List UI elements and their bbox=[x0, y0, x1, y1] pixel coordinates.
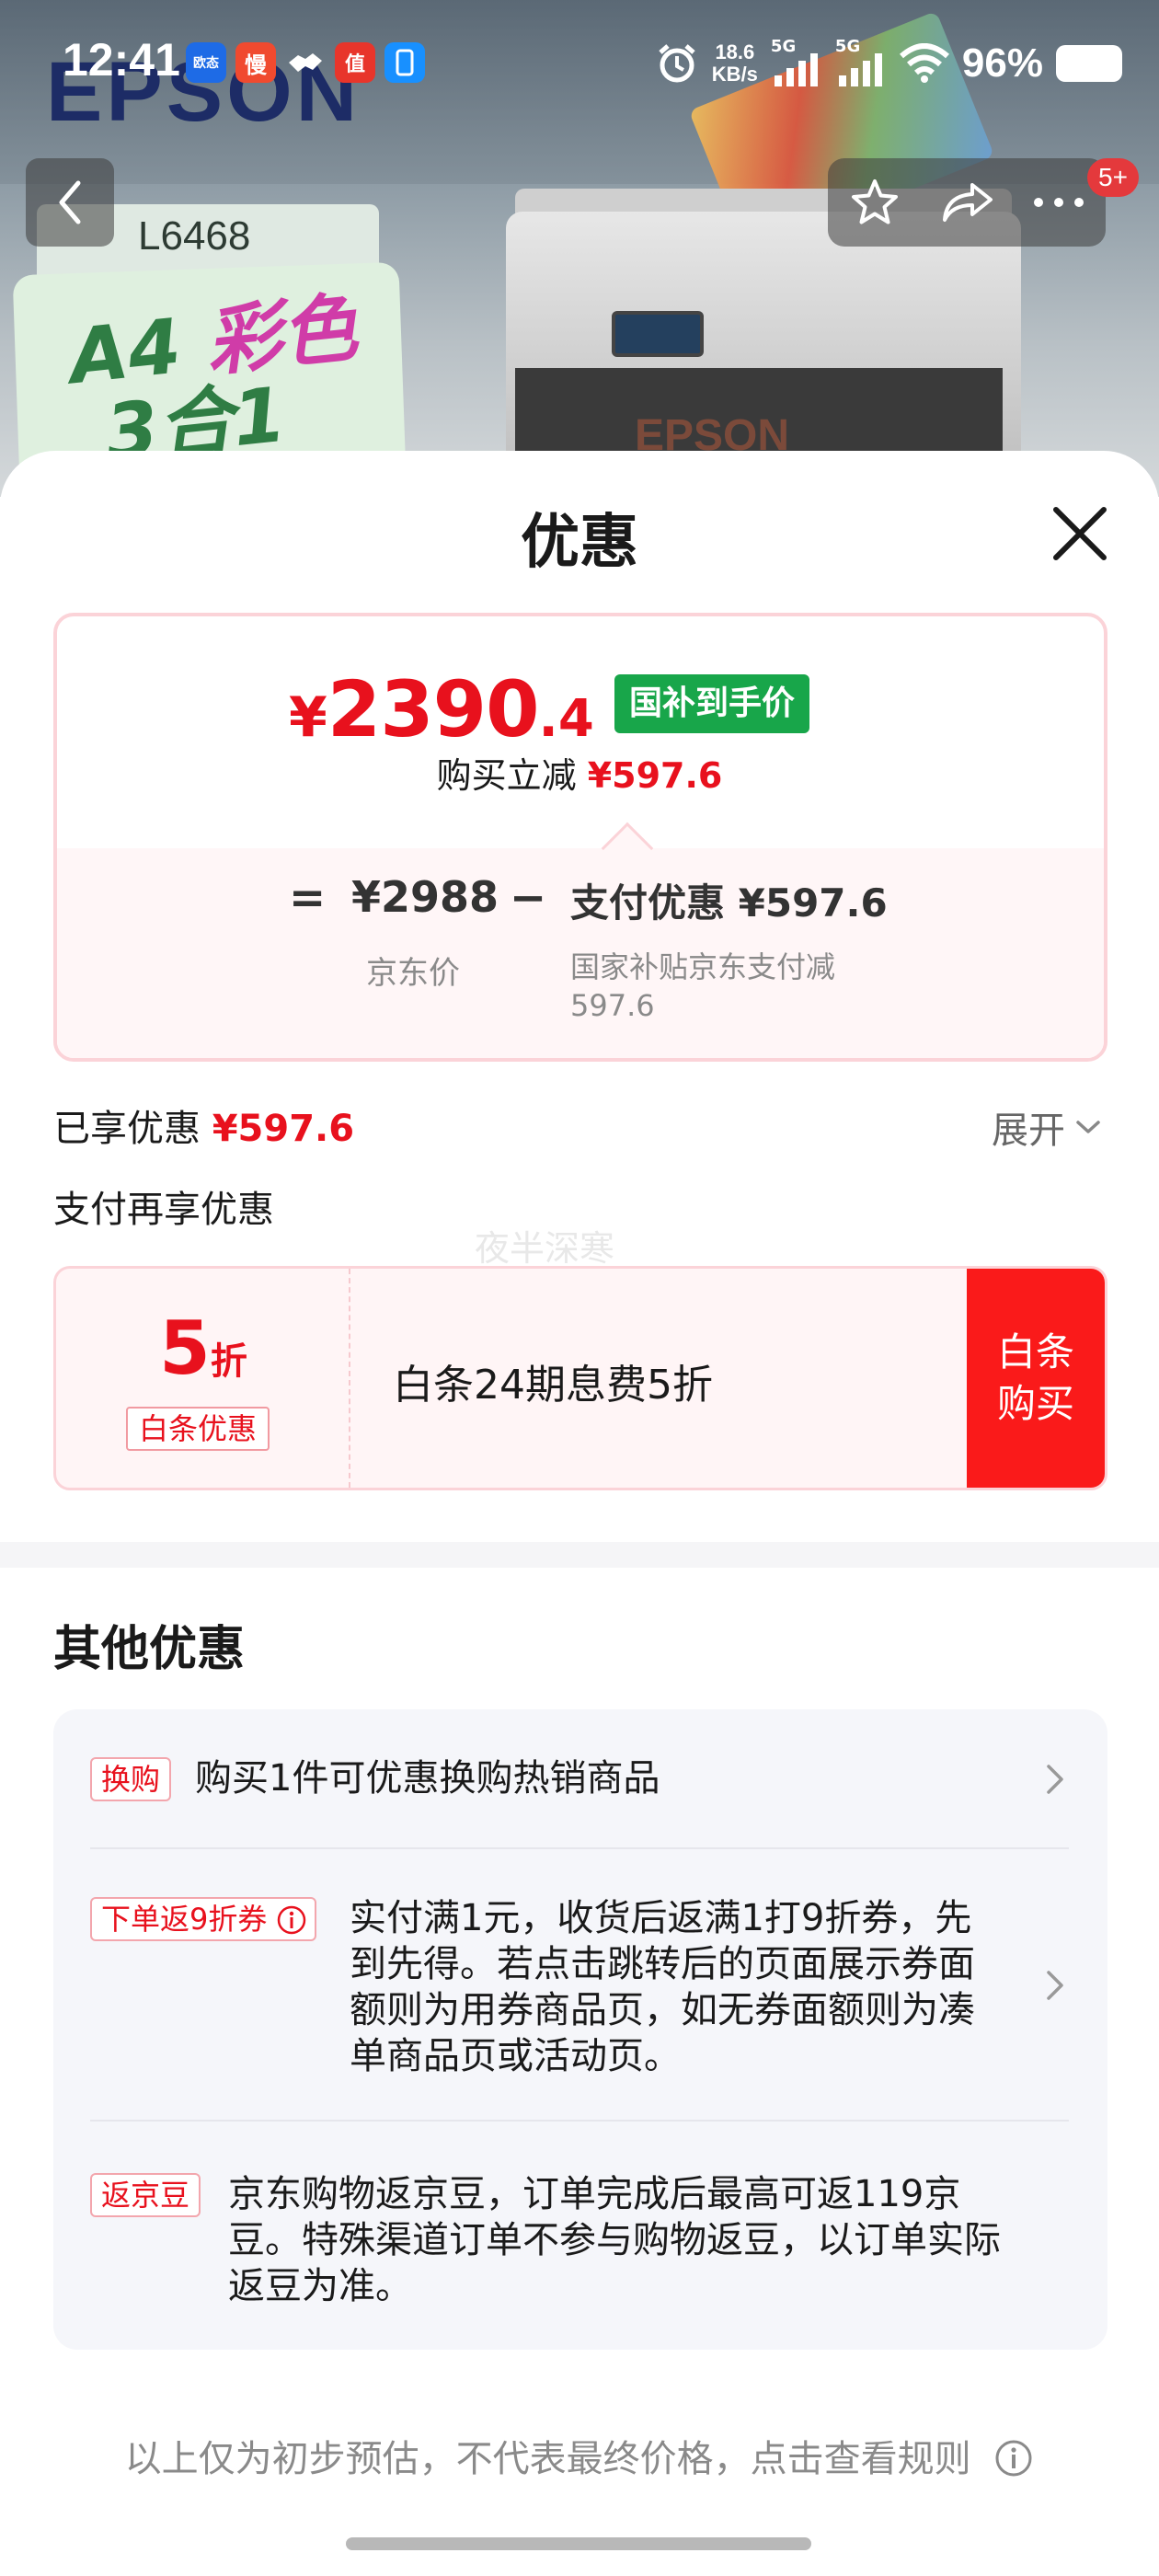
enjoyed-value: ¥597.6 bbox=[212, 1108, 355, 1150]
saving-label: 购买立减 bbox=[436, 755, 577, 796]
net-speed-unit: KB/s bbox=[711, 63, 758, 86]
final-price-integer: 2390 bbox=[327, 664, 540, 754]
final-price: ¥ 2390 .4 bbox=[289, 664, 594, 754]
footer-note-text: 以上仅为初步预估，不代表最终价格，点击查看规则 bbox=[124, 2438, 971, 2480]
signal-sim2: 5G bbox=[835, 37, 887, 86]
status-right: 18.6 KB/s 5G 5G 96% bbox=[655, 31, 1122, 96]
estimate-rules-link[interactable]: 以上仅为初步预估，不代表最终价格，点击查看规则 bbox=[0, 2429, 1159, 2482]
message-count-badge: 5+ bbox=[1087, 158, 1139, 197]
jd-beans-text: 京东购物返京豆，订单完成后最高可返119京豆。特殊渠道订单不参与购物返豆，以订单… bbox=[228, 2173, 1001, 2307]
signal-sim1: 5G bbox=[771, 37, 822, 86]
info-icon bbox=[995, 2440, 1032, 2477]
enjoyed-label: 已享优惠 bbox=[53, 1108, 201, 1150]
signal-bars-icon bbox=[838, 53, 882, 86]
final-price-decimal: .4 bbox=[538, 689, 594, 749]
model-text: L6468 bbox=[138, 213, 251, 259]
other-discounts-title: 其他优惠 bbox=[53, 1622, 246, 1677]
alarm-icon bbox=[659, 44, 695, 83]
jd-price: ¥2988 bbox=[351, 872, 499, 922]
baitiao-desc: 白条24期息费5折 bbox=[393, 1362, 713, 1409]
equals-sign: = bbox=[289, 872, 327, 924]
baitiao-buy-line2: 购买 bbox=[996, 1381, 1074, 1426]
close-icon bbox=[1053, 507, 1107, 560]
watermark-text: 夜半深寒 bbox=[475, 1228, 615, 1269]
sheet-title: 优惠 bbox=[521, 509, 638, 577]
app-icon-2: 慢 bbox=[235, 42, 276, 83]
app-icon-4: 值 bbox=[335, 42, 375, 83]
row-divider bbox=[90, 1847, 1069, 1849]
saving-value: ¥597.6 bbox=[587, 755, 723, 796]
status-time: 12:41 bbox=[63, 34, 180, 86]
trade-in-tag: 换购 bbox=[90, 1757, 172, 1801]
enjoyed-discount: 已享优惠 ¥597.6 bbox=[53, 1098, 354, 1152]
handshake-icon bbox=[285, 42, 326, 83]
top-action-group bbox=[828, 158, 1106, 247]
back-button[interactable] bbox=[26, 158, 114, 247]
baitiao-discount: 5折 bbox=[56, 1305, 350, 1391]
jd-beans-tag: 返京豆 bbox=[90, 2173, 201, 2217]
app-icon-1: 欧态 bbox=[186, 42, 226, 83]
coupon-tag: 下单返9折券 bbox=[90, 1897, 317, 1941]
signal-bars-icon bbox=[774, 53, 818, 86]
share-icon bbox=[943, 183, 993, 222]
minus-sign: − bbox=[510, 872, 547, 924]
share-button[interactable] bbox=[921, 179, 1013, 225]
phone-app-icon bbox=[384, 42, 425, 83]
pay-discount-desc: 国家补贴京东支付减597.6 bbox=[570, 949, 836, 1023]
saving-line: 购买立减 ¥597.6 bbox=[0, 747, 1159, 798]
coupon-text[interactable]: 实付满1元，收货后返满1打9折券，先到先得。若点击跳转后的页面展示券面额则为用券… bbox=[350, 1895, 993, 2079]
battery-icon bbox=[1056, 45, 1122, 82]
favorite-button[interactable] bbox=[829, 177, 921, 228]
promo-text: A4 彩色 3合1 bbox=[65, 284, 369, 477]
pay-discount: 支付优惠 ¥597.6 bbox=[570, 880, 888, 926]
baitiao-buy-button[interactable]: 白条 购买 bbox=[967, 1269, 1105, 1488]
expand-label: 展开 bbox=[992, 1110, 1065, 1152]
chevron-left-icon bbox=[59, 180, 81, 224]
pay-more-title: 支付再享优惠 bbox=[53, 1189, 274, 1231]
promo-line1-b: 彩色 bbox=[201, 284, 361, 387]
battery-percent: 96% bbox=[961, 40, 1043, 86]
chevron-right-icon[interactable] bbox=[1041, 1967, 1069, 2004]
printer-screen bbox=[612, 311, 704, 357]
net-speed: 18.6 KB/s bbox=[712, 41, 758, 86]
baitiao-discount-num: 5 bbox=[159, 1305, 211, 1391]
more-button[interactable] bbox=[1013, 197, 1105, 208]
home-indicator[interactable] bbox=[346, 2537, 811, 2550]
star-icon bbox=[852, 179, 898, 224]
wifi-icon bbox=[899, 43, 949, 83]
jd-price-label: 京东价 bbox=[366, 955, 460, 992]
final-price-currency: ¥ bbox=[289, 685, 327, 750]
baitiao-label: 白条优惠 bbox=[126, 1407, 270, 1451]
expand-button[interactable]: 展开 bbox=[992, 1100, 1102, 1154]
info-icon[interactable] bbox=[276, 1904, 307, 1936]
baitiao-discount-unit: 折 bbox=[210, 1340, 247, 1383]
baitiao-offer-card[interactable]: 5折 白条优惠 白条24期息费5折 白条 购买 bbox=[53, 1266, 1107, 1490]
more-dots-icon bbox=[1034, 198, 1084, 207]
close-button[interactable] bbox=[1043, 497, 1117, 570]
row-divider bbox=[90, 2120, 1069, 2122]
section-divider bbox=[0, 1542, 1159, 1568]
trade-in-text[interactable]: 购买1件可优惠换购热销商品 bbox=[195, 1755, 1004, 1801]
net-speed-value: 18.6 bbox=[715, 40, 755, 63]
subsidy-price-tag: 国补到手价 bbox=[614, 674, 810, 733]
chevron-down-icon bbox=[1076, 1121, 1100, 1133]
baitiao-buy-line1: 白条 bbox=[996, 1329, 1074, 1374]
coupon-tag-label: 下单返9折券 bbox=[101, 1902, 268, 1937]
status-bar: 12:41 欧态 慢 值 18.6 KB/s 5G 5G 96% bbox=[0, 0, 1159, 125]
chevron-right-icon[interactable] bbox=[1041, 1761, 1069, 1798]
